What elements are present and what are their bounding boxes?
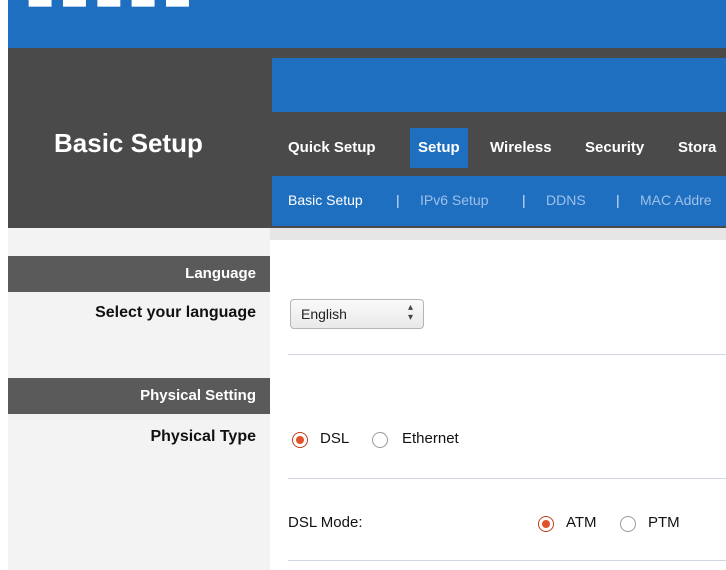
radio-ptm-label: PTM (648, 514, 680, 531)
brand-logo: ▬▬▬▬▬ (26, 0, 198, 17)
subnav-ipv6-setup[interactable]: IPv6 Setup (420, 192, 489, 208)
radio-ptm[interactable] (620, 516, 636, 532)
sub-navigation: Basic Setup | IPv6 Setup | DDNS | MAC Ad… (272, 176, 726, 226)
subnav-separator: | (616, 192, 620, 208)
subnav-ddns[interactable]: DDNS (546, 192, 586, 208)
radio-ethernet[interactable] (372, 432, 388, 448)
updown-arrows-icon: ▴ ▾ (407, 302, 413, 323)
subnav-separator: | (522, 192, 526, 208)
divider (288, 354, 726, 355)
page-title: Basic Setup (54, 128, 203, 158)
subnav-mac-address[interactable]: MAC Addre (640, 192, 712, 208)
language-select-value: English (301, 306, 347, 322)
section-title-physical-setting: Physical Setting (8, 378, 270, 414)
physical-type-label: Physical Type (150, 428, 256, 445)
radio-atm-label: ATM (566, 514, 597, 531)
divider (288, 478, 726, 479)
radio-dsl[interactable] (292, 432, 308, 448)
tab-security[interactable]: Security (577, 128, 652, 168)
tab-storage[interactable]: Stora (670, 128, 724, 168)
header-blue-strip (272, 58, 726, 112)
radio-dsl-label: DSL (320, 430, 350, 447)
radio-atm[interactable] (538, 516, 554, 532)
subnav-separator: | (396, 192, 400, 208)
dsl-mode-label: DSL Mode: (288, 514, 363, 531)
tab-setup[interactable]: Setup (410, 128, 468, 168)
radio-ethernet-label: Ethernet (402, 430, 459, 447)
select-language-label: Select your language (95, 304, 256, 321)
language-select[interactable]: English ▴ ▾ (290, 299, 424, 329)
divider (288, 560, 726, 561)
content-top-edge (270, 228, 726, 240)
tab-quick-setup[interactable]: Quick Setup (280, 128, 384, 168)
section-title-language: Language (8, 256, 270, 292)
subnav-basic-setup[interactable]: Basic Setup (288, 192, 363, 208)
top-banner: ▬▬▬▬▬ (8, 0, 726, 48)
tab-wireless[interactable]: Wireless (482, 128, 560, 168)
